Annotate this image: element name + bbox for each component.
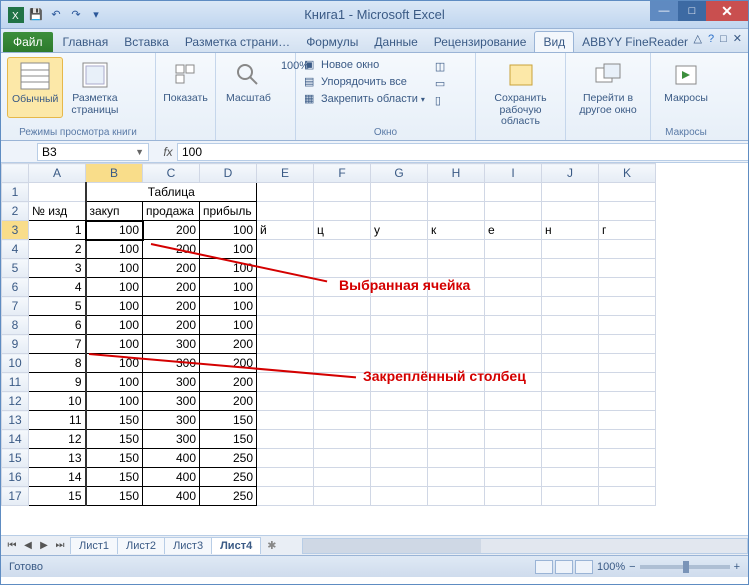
unhide-button[interactable]: ▯ bbox=[433, 93, 451, 109]
tab-home[interactable]: Главная bbox=[55, 32, 117, 52]
group-macros-label: Макросы bbox=[657, 125, 715, 138]
quick-access-toolbar: X 💾 ↶ ↷ ▾ bbox=[1, 6, 111, 24]
show-icon bbox=[170, 59, 202, 91]
formula-bar: B3 ▼ fx 100 bbox=[1, 141, 748, 163]
status-bar: Готово 100% − + bbox=[1, 555, 748, 577]
page-layout-button[interactable]: Разметка страницы bbox=[67, 57, 122, 118]
col-header[interactable]: B bbox=[86, 164, 143, 183]
switch-windows-button[interactable]: Перейти в другое окно bbox=[572, 57, 644, 118]
col-header[interactable]: E bbox=[257, 164, 314, 183]
page-layout-icon bbox=[79, 59, 111, 91]
close-button[interactable]: ✕ bbox=[706, 1, 748, 21]
ribbon-tabs: Файл Главная Вставка Разметка страни… Фо… bbox=[1, 29, 748, 53]
show-button[interactable]: Показать bbox=[162, 57, 209, 107]
sheet-tab[interactable]: Лист1 bbox=[70, 537, 118, 554]
tab-view[interactable]: Вид bbox=[534, 31, 574, 52]
minimize-ribbon-icon[interactable]: △ bbox=[694, 32, 702, 45]
status-text: Готово bbox=[9, 561, 43, 573]
save-workspace-button[interactable]: Сохранить рабочую область bbox=[482, 57, 559, 130]
hide-button[interactable]: ▭ bbox=[433, 76, 451, 92]
save-icon[interactable]: 💾 bbox=[27, 6, 45, 24]
tab-data[interactable]: Данные bbox=[366, 32, 425, 52]
macros-icon bbox=[670, 59, 702, 91]
row-header[interactable]: 1 bbox=[2, 183, 29, 202]
col-header[interactable]: C bbox=[143, 164, 200, 183]
sheet-nav-next-icon[interactable]: ▶ bbox=[37, 540, 51, 551]
sheet-tab[interactable]: Лист4 bbox=[211, 537, 261, 554]
freeze-icon: ▦ bbox=[304, 92, 318, 106]
arrange-icon: ▤ bbox=[304, 75, 318, 89]
macros-button[interactable]: Макросы bbox=[657, 57, 715, 107]
undo-icon[interactable]: ↶ bbox=[47, 6, 65, 24]
sheet-nav-last-icon[interactable]: ⏭ bbox=[53, 540, 67, 551]
window-restore-icon[interactable]: □ bbox=[720, 33, 727, 45]
help-icon[interactable]: ? bbox=[708, 33, 714, 45]
svg-text:X: X bbox=[12, 11, 19, 22]
zoom-level[interactable]: 100% bbox=[597, 561, 625, 573]
ribbon: Обычный Разметка страницы Режимы просмот… bbox=[1, 53, 748, 141]
select-all-corner[interactable] bbox=[2, 164, 29, 183]
horizontal-scrollbar[interactable] bbox=[302, 538, 748, 554]
group-window-label: Окно bbox=[302, 125, 469, 138]
worksheet-grid[interactable]: A B C D E F G H I J K 1Таблица 2№ издзак… bbox=[1, 163, 748, 535]
zoom-icon bbox=[232, 59, 264, 91]
name-box[interactable]: B3 ▼ bbox=[37, 143, 149, 161]
new-window-icon: ▣ bbox=[304, 58, 318, 72]
excel-icon: X bbox=[7, 6, 25, 24]
redo-icon[interactable]: ↷ bbox=[67, 6, 85, 24]
col-header[interactable]: J bbox=[542, 164, 599, 183]
col-header[interactable]: F bbox=[314, 164, 371, 183]
zoom-button[interactable]: Масштаб bbox=[222, 57, 275, 107]
sheet-nav-first-icon[interactable]: ⏮ bbox=[5, 540, 19, 551]
workbook-close-icon[interactable]: ✕ bbox=[733, 32, 742, 45]
arrange-all-button[interactable]: ▤Упорядочить все bbox=[302, 74, 427, 90]
row-header[interactable]: 3 bbox=[2, 221, 29, 240]
col-header[interactable]: K bbox=[599, 164, 656, 183]
sheet-tab[interactable]: Лист3 bbox=[164, 537, 212, 554]
tab-pagelayout[interactable]: Разметка страни… bbox=[177, 32, 298, 52]
zoom-in-icon[interactable]: + bbox=[734, 561, 740, 573]
fx-icon[interactable]: fx bbox=[159, 145, 177, 159]
minimize-button[interactable]: — bbox=[650, 1, 678, 21]
tab-review[interactable]: Рецензирование bbox=[426, 32, 535, 52]
sheet-tab-bar: ⏮ ◀ ▶ ⏭ Лист1 Лист2 Лист3 Лист4 ✱ bbox=[1, 535, 748, 555]
normal-view-button[interactable]: Обычный bbox=[7, 57, 63, 118]
col-header[interactable]: I bbox=[485, 164, 542, 183]
freeze-panes-button[interactable]: ▦Закрепить области▾ bbox=[302, 91, 427, 107]
col-header[interactable]: G bbox=[371, 164, 428, 183]
col-header[interactable]: H bbox=[428, 164, 485, 183]
selected-cell[interactable]: 100 bbox=[86, 221, 143, 240]
new-window-button[interactable]: ▣Новое окно bbox=[302, 57, 427, 73]
group-workbook-views-label: Режимы просмотра книги bbox=[7, 125, 149, 138]
save-workspace-icon bbox=[505, 59, 537, 91]
title-bar: X 💾 ↶ ↷ ▾ Книга1 - Microsoft Excel — □ ✕ bbox=[1, 1, 748, 29]
formula-input[interactable]: 100 bbox=[177, 143, 748, 161]
window-title: Книга1 - Microsoft Excel bbox=[1, 7, 748, 22]
page-break-view-icon[interactable] bbox=[575, 560, 593, 574]
page-layout-view-icon[interactable] bbox=[555, 560, 573, 574]
switch-windows-icon bbox=[592, 59, 624, 91]
normal-view-icon[interactable] bbox=[535, 560, 553, 574]
split-button[interactable]: ◫ bbox=[433, 59, 451, 75]
zoom-slider[interactable] bbox=[640, 565, 730, 569]
col-header[interactable]: A bbox=[29, 164, 86, 183]
tab-abbyy[interactable]: ABBYY FineReader bbox=[574, 32, 696, 52]
sheet-tab[interactable]: Лист2 bbox=[117, 537, 165, 554]
new-sheet-icon[interactable]: ✱ bbox=[261, 539, 282, 552]
col-header[interactable]: D bbox=[200, 164, 257, 183]
qat-dropdown-icon[interactable]: ▾ bbox=[87, 6, 105, 24]
maximize-button[interactable]: □ bbox=[678, 1, 706, 21]
zoom-out-icon[interactable]: − bbox=[629, 561, 635, 573]
normal-view-icon bbox=[19, 60, 51, 92]
row-header[interactable]: 2 bbox=[2, 202, 29, 221]
name-box-dropdown-icon[interactable]: ▼ bbox=[135, 147, 144, 157]
tab-formulas[interactable]: Формулы bbox=[298, 32, 366, 52]
tab-insert[interactable]: Вставка bbox=[116, 32, 177, 52]
file-tab[interactable]: Файл bbox=[3, 32, 53, 52]
sheet-nav-prev-icon[interactable]: ◀ bbox=[21, 540, 35, 551]
